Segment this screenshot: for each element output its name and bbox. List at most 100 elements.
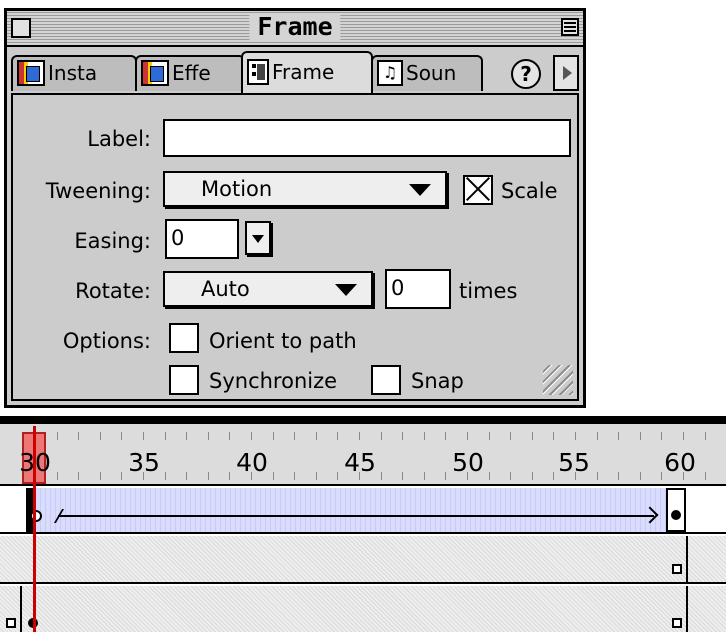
ruler-tick <box>229 432 230 440</box>
ruler-tick <box>575 472 576 480</box>
ruler-tick <box>208 432 209 440</box>
end-of-span-marker <box>672 618 682 628</box>
ruler-tick <box>381 432 382 440</box>
ruler-tick <box>424 472 425 480</box>
ruler-tick <box>640 432 641 440</box>
ruler-tick <box>251 432 252 440</box>
empty-keyframe-marker[interactable] <box>6 618 16 628</box>
ruler-tick <box>597 432 598 440</box>
ruler-tick <box>273 472 274 480</box>
tab-frame[interactable]: Frame <box>241 51 373 93</box>
layer-row-3[interactable] <box>0 586 726 632</box>
frame-ruler[interactable]: 30 35 40 45 50 55 60 <box>0 424 726 486</box>
tweening-label: Tweening: <box>45 179 151 203</box>
ruler-tick <box>143 432 144 440</box>
ruler-tick <box>121 472 122 480</box>
keyframe-end[interactable] <box>671 510 681 520</box>
ruler-tick <box>316 432 317 440</box>
ruler-tick <box>705 432 706 440</box>
resize-grip-icon[interactable] <box>543 365 573 395</box>
tab-label: Effe <box>172 61 211 85</box>
synchronize-label: Synchronize <box>209 369 338 393</box>
ruler-tick <box>186 472 187 480</box>
ruler-tick <box>229 472 230 480</box>
motion-tween-span[interactable] <box>26 488 666 532</box>
easing-label: Easing: <box>74 229 151 253</box>
tween-arrow-icon <box>58 515 654 517</box>
synchronize-checkbox[interactable] <box>169 365 199 395</box>
end-of-span-marker <box>672 564 682 574</box>
frame-span-end-line <box>686 536 688 584</box>
layer-row-2[interactable] <box>0 536 726 584</box>
scale-checkbox[interactable] <box>463 175 493 205</box>
snap-label: Snap <box>411 369 464 393</box>
ruler-tick <box>553 472 554 480</box>
tab-label: Insta <box>48 61 98 85</box>
tab-label: Frame <box>272 60 335 84</box>
easing-input[interactable]: 0 <box>165 219 239 259</box>
ruler-tick <box>510 472 511 480</box>
tweening-select[interactable]: Motion <box>163 171 447 207</box>
timeline: 30 35 40 45 50 55 60 <box>0 416 726 632</box>
help-button[interactable]: ? <box>511 59 541 89</box>
frame-properties: Label: Tweening: Motion Scale Easing: 0 … <box>11 93 579 401</box>
tab-effect[interactable]: Effe <box>135 55 245 91</box>
frame-icon <box>247 58 269 85</box>
ruler-tick <box>294 472 295 480</box>
ruler-tick <box>57 472 58 480</box>
frame-span-end-line <box>686 586 688 632</box>
ruler-tick <box>100 432 101 440</box>
ruler-tick <box>337 472 338 480</box>
easing-slider-popup[interactable] <box>245 221 271 255</box>
ruler-tick <box>467 472 468 480</box>
orient-to-path-checkbox[interactable] <box>169 323 199 353</box>
ruler-tick <box>57 432 58 440</box>
ruler-tick <box>316 472 317 480</box>
tab-label: Soun <box>406 61 457 85</box>
tab-instance[interactable]: Insta <box>11 55 137 91</box>
tab-sound[interactable]: ♫ Soun <box>371 55 483 91</box>
ruler-tick <box>618 432 619 440</box>
snap-checkbox[interactable] <box>371 365 401 395</box>
ruler-tick <box>661 432 662 440</box>
orient-to-path-label: Orient to path <box>209 329 357 353</box>
timeline-top-border <box>0 416 726 424</box>
ruler-tick <box>121 432 122 440</box>
label-input[interactable] <box>163 119 571 157</box>
tab-scroll-right-icon[interactable] <box>553 55 579 91</box>
ruler-tick <box>78 472 79 480</box>
ruler-tick <box>100 472 101 480</box>
ruler-tick <box>553 432 554 440</box>
rotate-select[interactable]: Auto <box>163 271 373 307</box>
chevron-down-icon <box>409 184 431 196</box>
tweening-value: Motion <box>201 177 273 201</box>
ruler-number: 35 <box>128 448 160 477</box>
ruler-tick <box>705 472 706 480</box>
ruler-tick <box>618 472 619 480</box>
ruler-tick <box>575 432 576 440</box>
ruler-tick <box>186 432 187 440</box>
ruler-tick <box>489 472 490 480</box>
frame-span-start-line <box>20 586 22 632</box>
chevron-down-icon <box>335 284 357 296</box>
ruler-tick <box>510 432 511 440</box>
panel-menu-icon[interactable] <box>561 18 579 36</box>
keyframe-start[interactable] <box>30 510 42 522</box>
sound-icon: ♫ <box>377 59 403 86</box>
ruler-number: 50 <box>452 448 484 477</box>
layer-row-tween[interactable] <box>0 486 726 534</box>
times-label: times <box>459 279 518 303</box>
options-label: Options: <box>62 329 151 353</box>
ruler-tick <box>445 472 446 480</box>
ruler-tick <box>165 432 166 440</box>
layer-divider <box>0 532 726 534</box>
ruler-number: 60 <box>664 448 696 477</box>
ruler-tick <box>294 432 295 440</box>
ruler-tick <box>273 432 274 440</box>
rotate-times-input[interactable]: 0 <box>385 269 451 309</box>
panel-titlebar[interactable]: Frame <box>7 11 583 47</box>
close-box[interactable] <box>11 18 31 38</box>
ruler-tick <box>381 472 382 480</box>
ruler-tick <box>208 472 209 480</box>
ruler-number: 45 <box>344 448 376 477</box>
